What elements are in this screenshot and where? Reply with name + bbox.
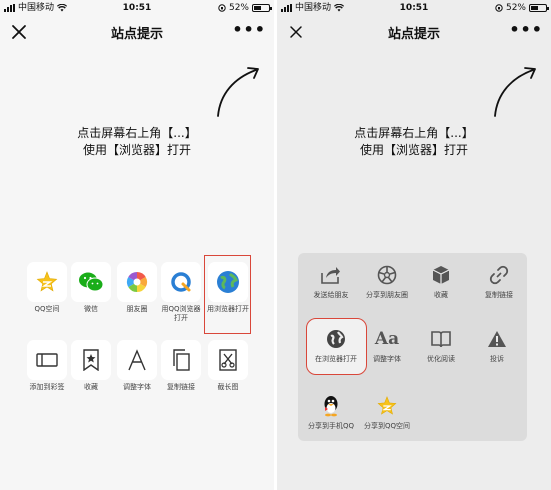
menu-label: 分享到QQ空间 [363, 422, 411, 430]
battery-percent: 52% [505, 3, 526, 13]
menu-share-moments[interactable]: 分享到朋友圈 [357, 262, 417, 300]
instruction-line-1: 点击屏幕右上角【...】 [354, 126, 474, 140]
menu-share-qzone[interactable]: 分享到QQ空间 [357, 393, 417, 431]
share-moments[interactable]: 朋友圈 [114, 262, 160, 314]
menu-send-to-friend[interactable]: 发送给朋友 [301, 262, 361, 300]
share-copy-link[interactable]: 复制链接 [158, 340, 204, 392]
forward-icon [301, 262, 361, 288]
orientation-lock-icon [218, 4, 226, 12]
nav-bar: 站点提示 ••• [0, 16, 274, 48]
share-add-tag[interactable]: 添加到彩签 [24, 340, 70, 392]
share-qzone[interactable]: QQ空间 [24, 262, 70, 314]
page-title: 站点提示 [387, 26, 440, 42]
menu-label: 复制链接 [485, 291, 513, 299]
moments-shutter-icon [357, 262, 417, 288]
more-menu-button[interactable]: ••• [509, 22, 543, 38]
menu-report[interactable]: 投诉 [467, 326, 527, 364]
cube-icon [411, 262, 471, 288]
menu-font-size[interactable]: Aa 调整字体 [357, 326, 417, 364]
menu-label: 优化阅读 [427, 355, 455, 363]
qq-browser-icon [161, 262, 201, 302]
menu-copy-link[interactable]: 复制链接 [469, 262, 529, 300]
battery-icon [529, 4, 549, 12]
nav-bar: 站点提示 ••• [277, 16, 551, 48]
copy-icon [161, 340, 201, 380]
instruction-line-2: 使用【浏览器】打开 [359, 143, 468, 157]
scissors-icon [208, 340, 248, 380]
book-icon [411, 326, 471, 352]
qq-penguin-icon [301, 393, 361, 419]
qzone-star-icon [27, 262, 67, 302]
share-qq-browser[interactable]: 用QQ浏览器打开 [158, 262, 204, 323]
menu-label: 投诉 [490, 355, 504, 363]
link-icon [469, 262, 529, 288]
share-favorite[interactable]: 收藏 [68, 340, 114, 392]
share-label: QQ空间 [34, 305, 60, 313]
close-icon[interactable] [287, 23, 305, 41]
left-phone-screen: 中国移动 10:51 52% 站点提示 ••• 点击屏幕右上角【...】 使用【… [0, 0, 274, 490]
page-title: 站点提示 [110, 26, 163, 42]
pointer-arrow-icon [494, 67, 536, 117]
share-font-size[interactable]: 调整字体 [114, 340, 160, 392]
moments-icon [117, 262, 157, 302]
menu-reader-mode[interactable]: 优化阅读 [411, 326, 471, 364]
wechat-icon [71, 262, 111, 302]
battery-icon [252, 4, 272, 12]
instruction-line-1: 点击屏幕右上角【...】 [77, 126, 197, 140]
status-bar: 中国移动 10:51 52% [277, 0, 551, 16]
menu-label: 调整字体 [373, 355, 401, 363]
menu-label: 收藏 [434, 291, 448, 299]
share-long-screenshot[interactable]: 截长图 [205, 340, 251, 392]
close-icon[interactable] [10, 23, 28, 41]
menu-label: 分享到手机QQ [307, 422, 355, 430]
share-label: 微信 [84, 305, 98, 313]
warning-icon [467, 326, 527, 352]
share-label: 朋友圈 [126, 305, 148, 313]
highlight-box [204, 255, 251, 334]
menu-label: 分享到朋友圈 [366, 291, 408, 299]
menu-label: 发送给朋友 [313, 291, 349, 299]
battery-percent: 52% [228, 3, 249, 13]
status-bar: 中国移动 10:51 52% [0, 0, 274, 16]
share-label: 调整字体 [123, 383, 151, 391]
font-icon [117, 340, 157, 380]
qzone-star-icon [357, 393, 417, 419]
font-aa-icon: Aa [374, 329, 400, 349]
share-label: 收藏 [84, 383, 98, 391]
share-label: 截长图 [217, 383, 239, 391]
instruction-text: 点击屏幕右上角【...】 使用【浏览器】打开 [0, 125, 274, 159]
bookmark-star-icon [71, 340, 111, 380]
menu-share-qq[interactable]: 分享到手机QQ [301, 393, 361, 431]
right-phone-screen: 中国移动 10:51 52% 站点提示 ••• 点击屏幕右上角【...】 使用【… [277, 0, 551, 490]
orientation-lock-icon [495, 4, 503, 12]
share-label: 复制链接 [167, 383, 195, 391]
share-label: 添加到彩签 [29, 383, 65, 391]
share-wechat[interactable]: 微信 [68, 262, 114, 314]
share-label: 用QQ浏览器打开 [161, 305, 201, 322]
instruction-text: 点击屏幕右上角【...】 使用【浏览器】打开 [277, 125, 551, 159]
pointer-arrow-icon [217, 67, 259, 117]
menu-favorite[interactable]: 收藏 [411, 262, 471, 300]
instruction-line-2: 使用【浏览器】打开 [82, 143, 191, 157]
tag-icon [27, 340, 67, 380]
more-menu-button[interactable]: ••• [232, 22, 266, 38]
